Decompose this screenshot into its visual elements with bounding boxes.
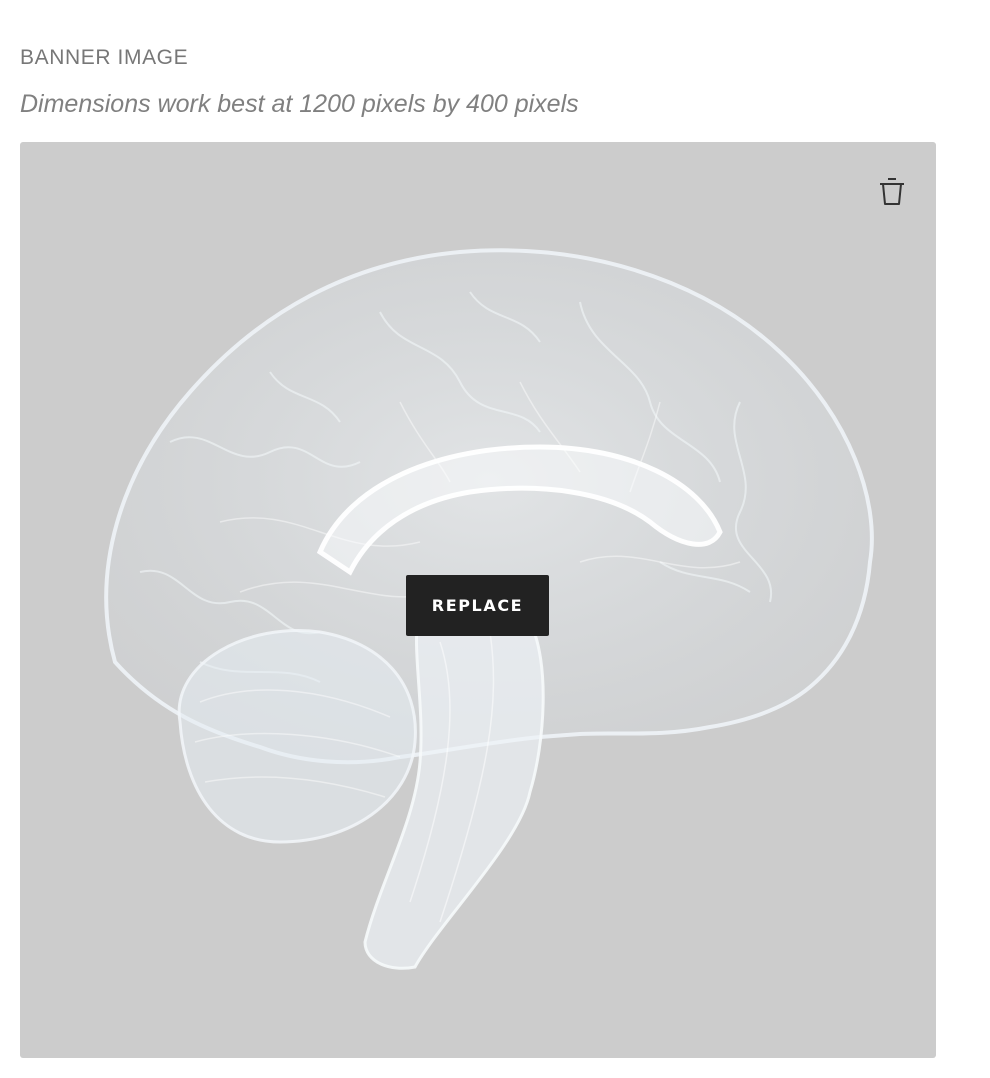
delete-image-button[interactable]: [873, 172, 911, 210]
replace-button[interactable]: REPLACE: [406, 575, 549, 636]
field-hint: Dimensions work best at 1200 pixels by 4…: [20, 90, 579, 118]
trash-icon: [880, 178, 904, 205]
banner-image-preview[interactable]: REPLACE: [20, 142, 936, 1058]
field-label: BANNER IMAGE: [20, 46, 189, 69]
